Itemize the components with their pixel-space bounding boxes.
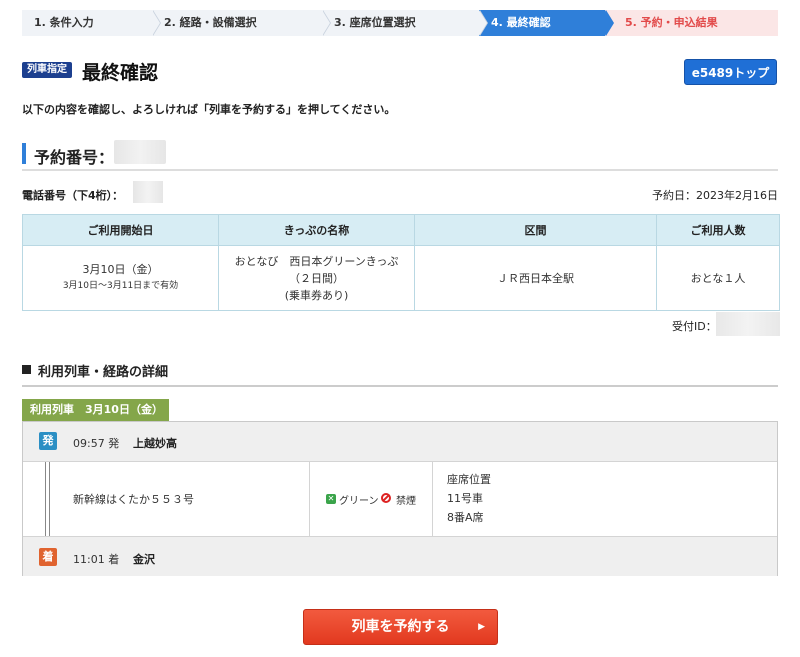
col-start-date: ご利用開始日 — [22, 214, 219, 246]
ticket-name-line-2: （２日間） — [289, 271, 344, 285]
table-header-row: ご利用開始日 きっぷの名称 区間 ご利用人数 — [22, 214, 780, 246]
passengers-cell: おとな１人 — [656, 245, 780, 311]
seat-info: 座席位置 11号車 8番A席 — [447, 470, 491, 527]
green-car-icon: ✕ — [326, 494, 336, 504]
ticket-name-line-3: (乗車券あり) — [284, 288, 349, 302]
departure-time: 09:57 発 — [73, 437, 120, 450]
train-name: 新幹線はくたか５５３号 — [73, 493, 194, 506]
train-segment-row: 新幹線はくたか５５３号 ✕ グリーン 禁煙 座席位置 11号車 8番A席 — [23, 461, 777, 537]
divider — [432, 462, 433, 536]
table-row: 3月10日（金） 3月10日～3月11日まで有効 おとなび 西日本グリーンきっぷ… — [22, 245, 780, 311]
page-title: 最終確認 — [82, 62, 159, 84]
route-section-title: 利用列車・経路の詳細 — [38, 365, 169, 380]
arrival-icon: 着 — [39, 548, 57, 566]
seat-title: 座席位置 — [447, 473, 491, 486]
reservation-number-redacted — [114, 140, 166, 164]
e5489-top-button[interactable]: e5489トップ — [684, 59, 777, 85]
section-accent-bar — [22, 143, 26, 164]
no-smoking-icon — [381, 493, 391, 503]
reserve-button-label: 列車を予約する — [351, 619, 450, 635]
reservation-number-label: 予約番号： — [34, 148, 115, 167]
arrival-station: 金沢 — [133, 553, 155, 566]
arrival-row: 着 11:01 着 金沢 — [23, 537, 777, 576]
reserve-train-button[interactable]: 列車を予約する ▶ — [303, 609, 498, 645]
step-label: 5. 予約・申込結果 — [625, 16, 718, 29]
col-ticket-name: きっぷの名称 — [218, 214, 415, 246]
car-number: 11号車 — [447, 492, 483, 505]
step-label: 2. 経路・設備選択 — [164, 16, 257, 29]
rail-line — [49, 462, 50, 536]
step-route-selection: 2. 経路・設備選択 — [152, 10, 331, 36]
step-label: 3. 座席位置選択 — [334, 16, 416, 29]
progress-stepper: 1. 条件入力 2. 経路・設備選択 3. 座席位置選択 4. 最終確認 5. … — [22, 10, 778, 36]
reservation-date: 予約日：2023年2月16日 — [652, 189, 778, 202]
step-label: 4. 最終確認 — [491, 16, 551, 29]
step-final-confirm: 4. 最終確認 — [479, 10, 614, 36]
green-car-label: グリーン — [339, 496, 379, 507]
ticket-table: ご利用開始日 きっぷの名称 区間 ご利用人数 3月10日（金） 3月10日～3月… — [22, 214, 780, 311]
step-label: 1. 条件入力 — [34, 16, 94, 29]
instruction-text: 以下の内容を確認し、よろしければ「列車を予約する」を押してください。 — [22, 103, 396, 116]
start-date-cell: 3月10日（金） 3月10日～3月11日まで有効 — [22, 245, 219, 311]
divider — [22, 385, 778, 387]
col-passengers: ご利用人数 — [656, 214, 780, 246]
route-detail-box: 発 09:57 発 上越妙高 新幹線はくたか５５３号 ✕ グリーン 禁煙 座席位… — [22, 421, 778, 576]
step-seat-selection: 3. 座席位置選択 — [322, 10, 488, 36]
phone-label: 電話番号（下4桁）： — [22, 189, 124, 202]
step-result: 5. 予約・申込結果 — [605, 10, 778, 36]
col-section: 区間 — [414, 214, 657, 246]
phone-redacted — [133, 181, 163, 203]
departure-station: 上越妙高 — [133, 437, 177, 450]
departure-icon: 発 — [39, 432, 57, 450]
receipt-id-label: 受付ID： — [672, 320, 717, 333]
departure-row: 発 09:57 発 上越妙高 — [23, 422, 777, 461]
section-cell: ＪＲ西日本全駅 — [414, 245, 657, 311]
divider — [22, 169, 778, 171]
seat-number: 8番A席 — [447, 511, 484, 524]
train-reservation-badge: 列車指定 — [22, 62, 72, 78]
ticket-name-line-1: おとなび 西日本グリーンきっぷ — [234, 254, 399, 268]
divider — [309, 462, 310, 536]
start-date: 3月10日（金） — [82, 263, 159, 276]
rail-line — [45, 462, 46, 536]
arrival-time: 11:01 着 — [73, 553, 120, 566]
ticket-name-cell: おとなび 西日本グリーンきっぷ （２日間） (乗車券あり) — [218, 245, 415, 311]
arrow-right-icon: ▶ — [478, 622, 485, 632]
step-condition-input: 1. 条件入力 — [22, 10, 161, 36]
no-smoking-label: 禁煙 — [396, 496, 416, 507]
valid-range: 3月10日～3月11日まで有効 — [62, 281, 179, 291]
section-square-icon — [22, 365, 31, 374]
receipt-id-redacted — [716, 312, 780, 336]
train-date-tab: 利用列車 3月10日（金） — [22, 399, 169, 421]
